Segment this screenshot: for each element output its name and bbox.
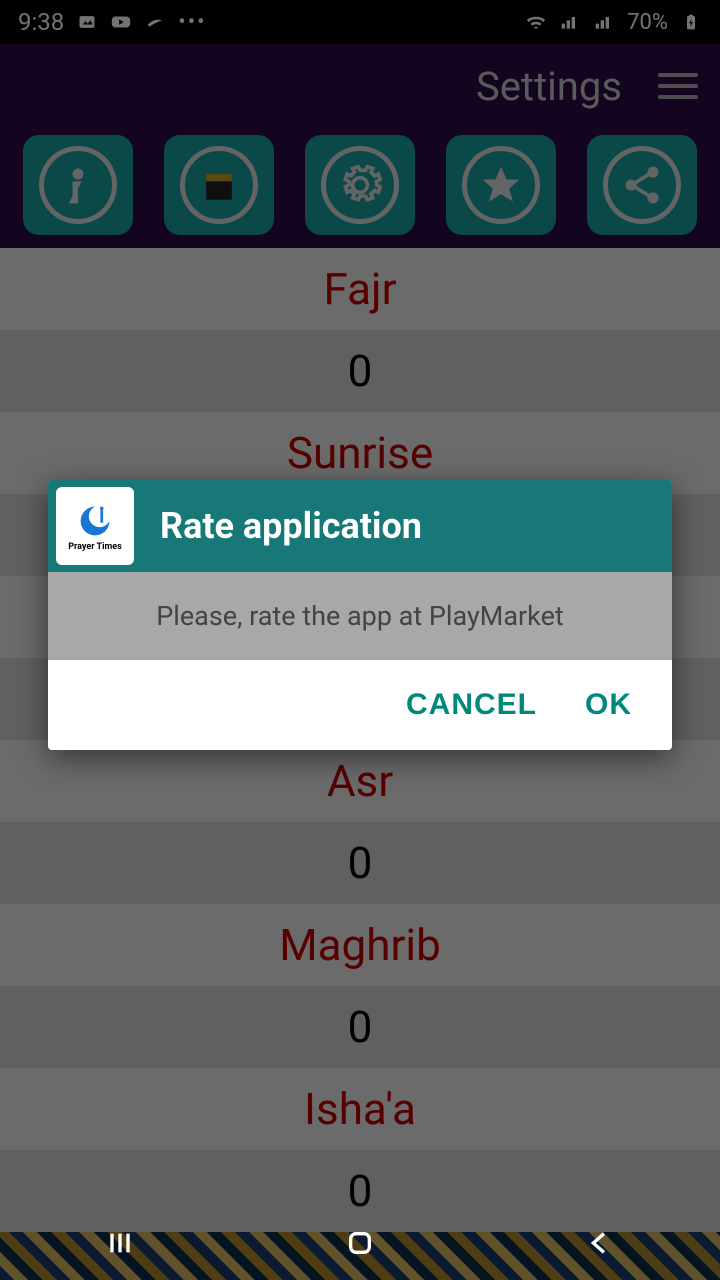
rate-dialog: Prayer Times Rate application Please, ra… bbox=[48, 480, 672, 750]
dialog-message: Please, rate the app at PlayMarket bbox=[48, 572, 672, 660]
back-button[interactable] bbox=[584, 1227, 616, 1263]
recent-apps-button[interactable] bbox=[104, 1227, 136, 1263]
app-icon-label: Prayer Times bbox=[68, 542, 122, 552]
ok-button[interactable]: OK bbox=[585, 688, 632, 722]
dialog-title: Rate application bbox=[160, 505, 422, 547]
home-button[interactable] bbox=[344, 1227, 376, 1263]
cancel-button[interactable]: CANCEL bbox=[406, 688, 537, 722]
system-nav-bar bbox=[0, 1210, 720, 1280]
dialog-header: Prayer Times Rate application bbox=[48, 480, 672, 572]
app-icon: Prayer Times bbox=[56, 487, 134, 565]
dialog-actions: CANCEL OK bbox=[48, 660, 672, 750]
